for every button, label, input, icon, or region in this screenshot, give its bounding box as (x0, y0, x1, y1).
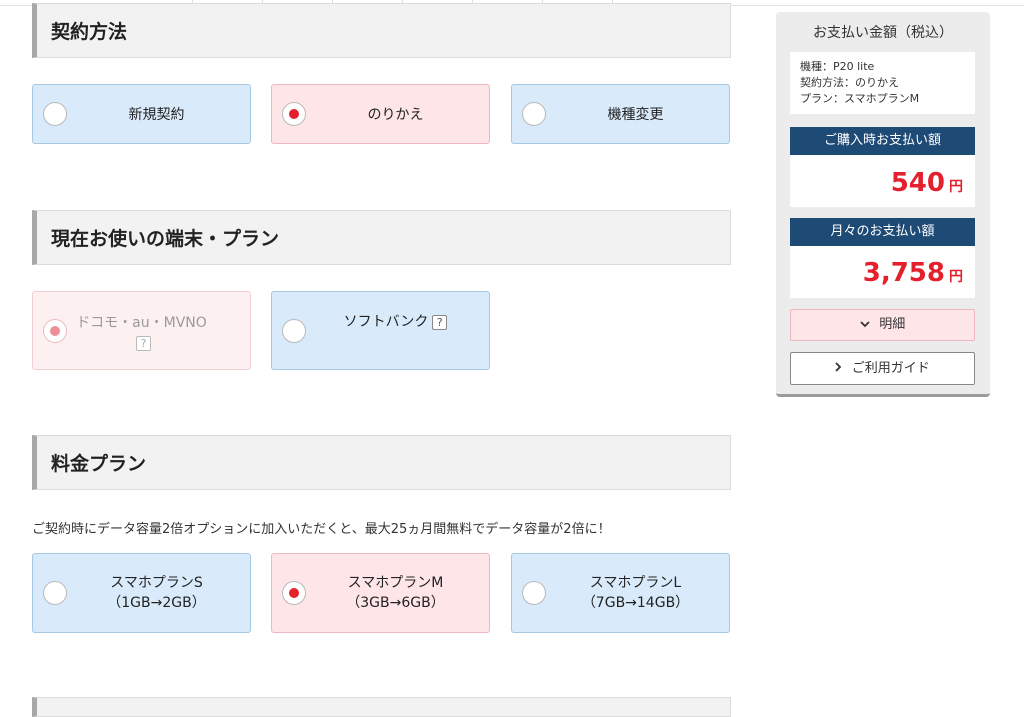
option-label-text: ドコモ・au・MVNO (76, 315, 207, 331)
contract-option-new[interactable]: 新規契約 (32, 84, 251, 144)
contract-option-switch[interactable]: のりかえ (271, 84, 490, 144)
plan-name: スマホプランS (110, 575, 203, 591)
summary-title: お支払い金額（税込） (813, 25, 953, 41)
radio-button[interactable] (43, 102, 67, 126)
payment-summary-panel: お支払い金額（税込） 機種：P20 lite 契約方法：のりかえ プラン：スマホ… (776, 12, 990, 397)
detail-button[interactable]: 明細 (790, 309, 975, 341)
option-label: 新規契約 (128, 107, 185, 123)
section-header-current-device: 現在お使いの端末・プラン (32, 210, 731, 265)
radio-selected-dot (289, 109, 299, 119)
guide-button-label: ご利用ガイド (851, 361, 930, 376)
radio-button[interactable] (282, 319, 306, 343)
option-label-text: ソフトバンク (343, 314, 429, 330)
section-header-plan: 料金プラン (32, 435, 731, 490)
plan-option-s[interactable]: スマホプランS （1GB→2GB） (32, 553, 251, 633)
option-label: スマホプランM （3GB→6GB） (312, 573, 479, 613)
option-label: スマホプランS （1GB→2GB） (73, 573, 240, 613)
purchase-payment-value: 540 円 (790, 155, 975, 207)
currency-unit: 円 (949, 179, 963, 195)
plan-capacity: （1GB→2GB） (107, 595, 206, 611)
currency-unit: 円 (949, 269, 963, 285)
plan-capacity: （7GB→14GB） (581, 595, 690, 611)
plan-name: スマホプランM (347, 575, 444, 591)
plan-option-l[interactable]: スマホプランL （7GB→14GB） (511, 553, 730, 633)
plan-promo-note: ご契約時にデータ容量2倍オプションに加入いただくと、最大25ヵ月間無料でデータ容… (32, 522, 611, 537)
info-contract: 契約方法：のりかえ (800, 76, 899, 89)
radio-button[interactable] (43, 581, 67, 605)
chevron-down-icon (860, 318, 874, 331)
radio-button[interactable] (522, 102, 546, 126)
option-label: スマホプランL （7GB→14GB） (552, 573, 719, 613)
section-header-next (32, 697, 731, 717)
plan-option-m[interactable]: スマホプランM （3GB→6GB） (271, 553, 490, 633)
chevron-right-icon (835, 362, 846, 375)
current-device-option-softbank[interactable]: ソフトバンク? (271, 291, 490, 370)
help-icon[interactable]: ? (136, 335, 151, 351)
purchase-payment-label: ご購入時お支払い額 (790, 127, 975, 155)
option-label: ソフトバンク? (312, 312, 479, 332)
option-label: のりかえ (367, 107, 424, 123)
monthly-amount: 3,758 (862, 258, 945, 288)
detail-button-label: 明細 (879, 317, 906, 332)
info-plan: プラン：スマホプランM (800, 92, 920, 105)
option-label: ドコモ・au・MVNO ? (63, 313, 220, 353)
plan-name: スマホプランL (589, 575, 682, 591)
radio-selected-dot (289, 588, 299, 598)
radio-selected-dot (50, 326, 60, 336)
summary-info-box: 機種：P20 lite 契約方法：のりかえ プラン：スマホプランM (790, 52, 975, 114)
monthly-payment-label: 月々のお支払い額 (790, 218, 975, 246)
purchase-amount: 540 (890, 168, 945, 198)
section-header-contract: 契約方法 (32, 3, 731, 58)
option-label: 機種変更 (607, 107, 664, 123)
plan-capacity: （3GB→6GB） (346, 595, 445, 611)
radio-button[interactable] (522, 581, 546, 605)
monthly-payment-value: 3,758 円 (790, 246, 975, 298)
current-device-option-docomo-au-mvno: ドコモ・au・MVNO ? (32, 291, 251, 370)
contract-option-model-change[interactable]: 機種変更 (511, 84, 730, 144)
radio-button[interactable] (282, 581, 306, 605)
usage-guide-button[interactable]: ご利用ガイド (790, 352, 975, 385)
help-icon[interactable]: ? (432, 314, 448, 330)
info-device: 機種：P20 lite (800, 60, 875, 73)
radio-button[interactable] (282, 102, 306, 126)
